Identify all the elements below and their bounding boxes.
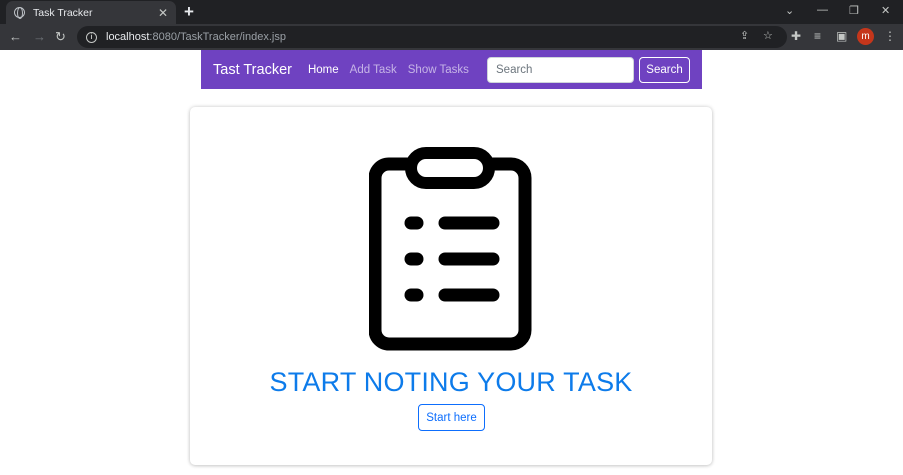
side-panel-icon[interactable]: ▣	[836, 29, 847, 43]
start-here-button[interactable]: Start here	[418, 404, 485, 431]
info-icon[interactable]: i	[86, 31, 97, 43]
forward-icon[interactable]: →	[33, 28, 46, 45]
nav-link-show-tasks[interactable]: Show Tasks	[408, 64, 469, 76]
tab-title: Task Tracker	[33, 6, 93, 19]
url-path: :8080/TaskTracker/index.jsp	[149, 31, 286, 43]
back-icon[interactable]: ←	[9, 28, 22, 45]
menu-icon[interactable]: ⋮	[884, 29, 896, 43]
search-input[interactable]	[487, 57, 634, 83]
extensions-icon[interactable]: ✚	[791, 29, 801, 43]
bookmark-star-icon[interactable]: ☆	[763, 30, 773, 42]
tab-search-icon[interactable]: ⌄	[785, 4, 794, 17]
tab-close-icon[interactable]: ✕	[158, 7, 168, 19]
address-bar[interactable]: i localhost:8080/TaskTracker/index.jsp	[77, 26, 787, 48]
nav-link-home[interactable]: Home	[308, 64, 339, 76]
media-icon[interactable]: ≡	[814, 29, 821, 43]
browser-tab[interactable]: Task Tracker ✕	[6, 1, 176, 24]
minimize-icon[interactable]: —	[817, 4, 828, 16]
restore-icon[interactable]: ❐	[849, 4, 859, 17]
new-tab-button[interactable]: +	[184, 3, 194, 20]
hero-card: START NOTING YOUR TASK Start here	[190, 107, 712, 465]
clipboard-list-icon	[369, 147, 532, 351]
nav-link-add-task[interactable]: Add Task	[350, 64, 397, 76]
browser-toolbar: ← → ↻ i localhost:8080/TaskTracker/index…	[0, 24, 903, 50]
url-host: localhost	[106, 31, 150, 43]
globe-icon	[14, 7, 25, 19]
search-button[interactable]: Search	[639, 57, 690, 83]
browser-tab-strip: Task Tracker ✕ + ⌄ — ❐ ✕	[0, 0, 903, 24]
site-navbar: Tast Tracker Home Add Task Show Tasks Se…	[201, 50, 702, 89]
hero-title: START NOTING YOUR TASK	[269, 367, 633, 397]
profile-avatar[interactable]: m	[857, 28, 874, 45]
reload-icon[interactable]: ↻	[55, 28, 66, 45]
navbar-brand[interactable]: Tast Tracker	[213, 62, 292, 78]
close-window-icon[interactable]: ✕	[881, 4, 890, 17]
share-icon[interactable]: ⇪	[740, 30, 749, 42]
